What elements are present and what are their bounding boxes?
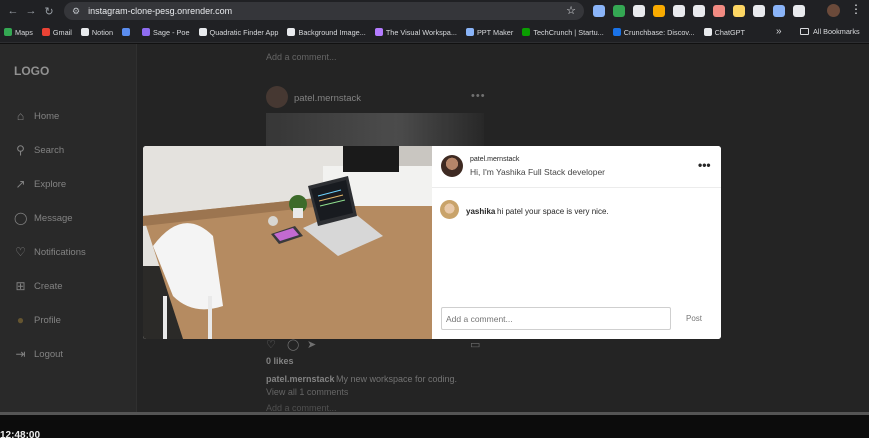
post-modal: patel.mernstack Hi, I'm Yashika Full Sta… [143,146,721,339]
extension-icon[interactable] [773,5,785,17]
comment-username[interactable]: yashika [466,207,495,216]
bookmark-item[interactable]: Sage - Poe [142,28,190,37]
extension-icon[interactable] [593,5,605,17]
comment-text: hi patel your space is very nice. [497,207,609,216]
post-photo [143,146,432,339]
bookmark-item[interactable]: Maps [4,28,33,37]
author-username[interactable]: patel.mernstack [470,156,519,163]
bookmark-favicon-icon [122,28,130,36]
extension-icon[interactable] [693,5,705,17]
extension-icon[interactable] [793,5,805,17]
post-header: patel.mernstack Hi, I'm Yashika Full Sta… [432,146,721,188]
author-avatar[interactable] [441,155,463,177]
bookmark-label: Notion [91,27,113,37]
bookmark-favicon-icon [703,28,712,36]
bookmark-item[interactable]: ChatGPT [703,27,746,37]
post-caption: Hi, I'm Yashika Full Stack developer [470,167,606,177]
extension-icon[interactable] [673,5,685,17]
extension-icon[interactable] [633,5,645,17]
profile-avatar[interactable] [827,4,840,17]
bookmark-label: The Visual Workspa... [385,27,457,37]
bookmark-star-icon[interactable]: ☆ [566,4,576,17]
reload-icon[interactable]: ↻ [40,5,58,18]
bookmark-favicon-icon [142,28,150,36]
screen: ← → ↻ ⚙ instagram-clone-pesg.onrender.co… [0,0,869,438]
extension-icon[interactable] [713,5,725,17]
bookmark-favicon-icon [465,28,474,36]
extension-icon[interactable] [753,5,765,17]
site-info-icon[interactable]: ⚙ [72,6,80,17]
bookmark-label: Background Image... [298,27,366,37]
bookmark-item[interactable]: TechCrunch | Startu... [522,27,604,37]
bookmark-favicon-icon [80,28,89,36]
bookmark-favicon-icon [41,28,50,36]
all-bookmarks[interactable]: All Bookmarks [800,27,860,36]
bookmark-label: PPT Maker [476,27,514,37]
browser-menu-icon[interactable]: ⋮ [850,3,862,15]
video-controls: 12:48:00 [0,412,869,438]
bookmark-item[interactable]: Crunchbase: Discov... [612,27,695,37]
bookmark-label: Maps [15,27,33,37]
post-button[interactable]: Post [676,307,712,330]
forward-icon[interactable]: → [22,5,40,17]
workspace-photo [143,146,432,339]
url-text: instagram-clone-pesg.onrender.com [88,6,233,16]
all-bookmarks-label: All Bookmarks [813,27,860,36]
bookmark-label: Gmail [52,27,72,37]
bookmark-label: TechCrunch | Startu... [533,27,604,37]
address-bar[interactable]: ⚙ instagram-clone-pesg.onrender.com ☆ [64,2,584,20]
bookmark-favicon-icon [374,28,383,36]
bookmark-label: Crunchbase: Discov... [623,27,695,37]
bookmark-label: ChatGPT [714,27,746,37]
video-time: 12:48:00 [0,430,41,438]
bookmarks-bar: Maps Gmail Notion Sage - Poe Quadratic Finde… [0,22,869,43]
post-details: patel.mernstack Hi, I'm Yashika Full Sta… [432,146,721,339]
bookmark-favicon-icon [522,28,531,36]
bookmark-label: Sage - Poe [153,27,190,37]
back-icon[interactable]: ← [4,5,22,17]
bookmark-favicon-icon [612,28,621,36]
folder-icon [800,28,809,35]
bookmarks-overflow-icon[interactable]: » [776,26,782,37]
bookmark-favicon-icon [287,28,296,36]
bookmark-item[interactable]: Quadratic Finder App [198,27,279,37]
bookmark-favicon-icon [4,28,12,36]
extension-icon[interactable] [733,5,745,17]
bookmark-label: Quadratic Finder App [209,27,279,37]
extension-icon[interactable] [613,5,625,17]
extension-icon[interactable] [653,5,665,17]
commenter-avatar[interactable] [440,200,459,219]
bookmark-item[interactable]: Notion [80,27,113,37]
bookmark-item[interactable]: The Visual Workspa... [374,27,457,37]
more-options-icon[interactable]: ••• [698,158,711,172]
comment-input[interactable] [441,307,671,330]
video-progress-bar[interactable] [0,412,869,415]
bookmark-item[interactable]: Background Image... [287,27,366,37]
bookmark-item[interactable]: PPT Maker [465,27,514,37]
bookmark-item[interactable] [122,28,133,36]
browser-toolbar: ← → ↻ ⚙ instagram-clone-pesg.onrender.co… [0,0,869,22]
bookmark-favicon-icon [198,28,207,36]
bookmark-item[interactable]: Gmail [41,27,72,37]
